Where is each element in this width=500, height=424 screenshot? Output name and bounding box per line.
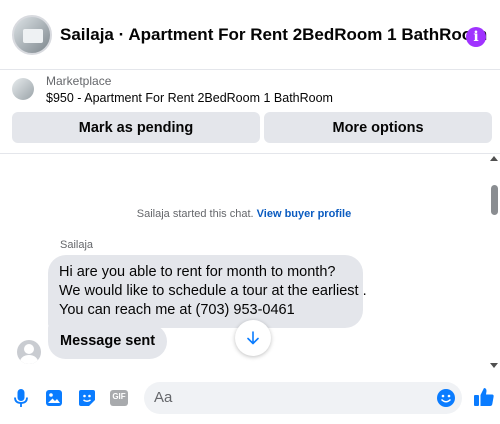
message-bubble[interactable]: Hi are you able to rent for month to mon… <box>48 255 367 328</box>
chat-started-notice: Sailaja started this chat. View buyer pr… <box>0 208 488 220</box>
listing-description[interactable]: $950 - Apartment For Rent 2BedRoom 1 Bat… <box>46 91 333 105</box>
photo-icon[interactable] <box>43 387 65 409</box>
gif-icon[interactable]: GIF <box>108 387 130 409</box>
scroll-thumb[interactable] <box>491 185 498 215</box>
microphone-icon[interactable] <box>10 387 32 409</box>
view-buyer-profile-link[interactable]: View buyer profile <box>257 208 352 220</box>
gif-label: GIF <box>112 392 126 401</box>
message-line: Hi are you able to rent for month to mon… <box>59 264 336 280</box>
sticker-icon[interactable] <box>76 387 98 409</box>
mark-as-pending-button[interactable]: Mark as pending <box>12 112 260 143</box>
scroll-up-arrow-icon[interactable] <box>490 156 498 161</box>
message-line: You can reach me at (703) 953-0461 <box>59 302 295 318</box>
more-options-button[interactable]: More options <box>264 112 492 143</box>
message-line: We would like to schedule a tour at the … <box>59 283 367 299</box>
arrow-down-icon <box>247 331 259 345</box>
scroll-to-bottom-button[interactable] <box>235 320 271 356</box>
sender-name: Sailaja <box>60 239 94 251</box>
message-composer: GIF Aa <box>0 370 500 424</box>
info-icon[interactable]: i <box>466 27 486 47</box>
message-thread: Sailaja started this chat. View buyer pr… <box>0 154 500 370</box>
listing-category: Marketplace <box>46 74 112 88</box>
listing-card: Marketplace $950 - Apartment For Rent 2B… <box>0 70 500 154</box>
thumbs-up-icon[interactable] <box>472 385 496 409</box>
chat-started-text: Sailaja started this chat. <box>136 208 254 220</box>
message-bubble[interactable]: Message sent <box>48 324 168 359</box>
listing-thumbnail[interactable] <box>12 78 34 100</box>
scroll-down-arrow-icon[interactable] <box>490 363 498 368</box>
chat-title[interactable]: Sailaja · Apartment For Rent 2BedRoom 1 … <box>60 25 487 45</box>
thread-scrollbar[interactable] <box>488 154 500 370</box>
sender-avatar[interactable] <box>17 340 41 364</box>
emoji-icon[interactable] <box>436 388 456 408</box>
listing-avatar[interactable] <box>12 14 52 55</box>
message-input[interactable]: Aa <box>144 382 462 414</box>
message-input-placeholder: Aa <box>154 389 173 406</box>
chat-header: Sailaja · Apartment For Rent 2BedRoom 1 … <box>0 0 500 70</box>
